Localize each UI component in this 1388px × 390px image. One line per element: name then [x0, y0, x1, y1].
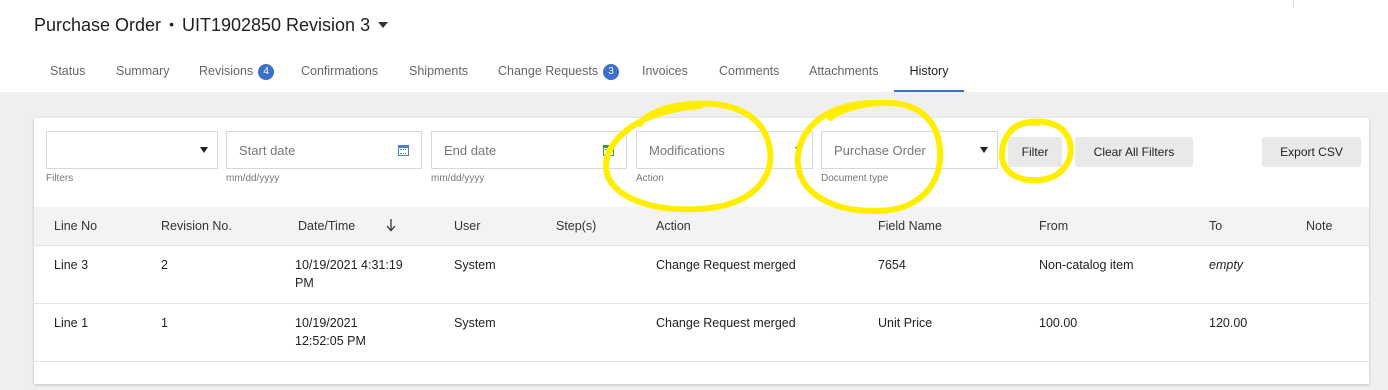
column-line-no[interactable]: Line No: [54, 219, 97, 233]
tab-bar: Status Summary Revisions 4 Confirmations …: [0, 52, 1388, 92]
cell-action: Change Request merged: [656, 316, 796, 330]
page-title: Purchase Order • UIT1902850 Revision 3: [34, 15, 389, 36]
chevron-down-icon: [980, 147, 988, 153]
tab-shipments[interactable]: Shipments: [409, 52, 468, 92]
filters-select[interactable]: [46, 131, 218, 169]
column-note[interactable]: Note: [1306, 219, 1332, 233]
end-date-input[interactable]: End date: [431, 131, 627, 169]
tab-revisions[interactable]: Revisions 4: [199, 52, 275, 92]
document-type-hint: Document type: [821, 173, 889, 184]
revisions-count-badge: 4: [258, 64, 275, 80]
tab-comments[interactable]: Comments: [719, 52, 779, 92]
cell-action: Change Request merged: [656, 258, 796, 272]
end-date-hint: mm/dd/yyyy: [431, 173, 485, 184]
calendar-icon[interactable]: [398, 145, 409, 156]
change-requests-count-badge: 3: [603, 64, 620, 80]
page-title-type: Purchase Order: [34, 15, 162, 35]
start-date-hint: mm/dd/yyyy: [226, 173, 280, 184]
tab-history[interactable]: History: [894, 52, 964, 92]
cell-to: 120.00: [1209, 316, 1248, 330]
history-card: Filters Start date mm/dd/yyyy End date m…: [34, 118, 1369, 384]
cell-field-name: 7654: [878, 258, 906, 272]
column-action[interactable]: Action: [656, 219, 691, 233]
table-row: Line 1 1 10/19/2021 12:52:05 PM System C…: [34, 304, 1369, 362]
filter-button[interactable]: Filter: [1008, 137, 1062, 167]
sort-descending-icon[interactable]: [385, 217, 397, 233]
header-divider: [1293, 0, 1294, 8]
cell-revision: 1: [161, 316, 168, 330]
tab-attachments[interactable]: Attachments: [809, 52, 878, 92]
tab-invoices[interactable]: Invoices: [642, 52, 688, 92]
page-header: Purchase Order • UIT1902850 Revision 3: [0, 0, 1388, 53]
tab-summary[interactable]: Summary: [116, 52, 169, 92]
column-steps[interactable]: Step(s): [556, 219, 596, 233]
column-user[interactable]: User: [454, 219, 480, 233]
clear-all-filters-button[interactable]: Clear All Filters: [1075, 137, 1193, 167]
tab-change-requests[interactable]: Change Requests 3: [498, 52, 620, 92]
cell-datetime-line2: PM: [295, 276, 314, 290]
cell-from: 100.00: [1039, 316, 1078, 330]
export-csv-button[interactable]: Export CSV: [1262, 137, 1361, 167]
chevron-down-icon: [795, 147, 803, 153]
cell-field-name: Unit Price: [878, 316, 933, 330]
cell-datetime-line2: 12:52:05 PM: [295, 334, 366, 348]
column-to[interactable]: To: [1209, 219, 1222, 233]
title-separator: •: [169, 16, 174, 32]
cell-to: empty: [1209, 258, 1244, 272]
revision-dropdown-icon[interactable]: [378, 22, 389, 28]
document-type-select[interactable]: Purchase Order: [821, 131, 998, 169]
tab-status[interactable]: Status: [50, 52, 85, 92]
chevron-down-icon: [200, 147, 208, 153]
action-select[interactable]: Modifications: [636, 131, 813, 169]
cell-datetime-line1: 10/19/2021: [295, 316, 358, 330]
table-row: Line 3 2 10/19/2021 4:31:19 PM System Ch…: [34, 246, 1369, 304]
cell-user: System: [454, 316, 496, 330]
column-field-name[interactable]: Field Name: [878, 219, 942, 233]
table-header: Line No Revision No. Date/Time User Step…: [34, 207, 1369, 246]
cell-revision: 2: [161, 258, 168, 272]
cell-line-no: Line 1: [54, 316, 89, 330]
page-title-document: UIT1902850 Revision 3: [181, 15, 371, 35]
cell-line-no: Line 3: [54, 258, 89, 272]
cell-datetime-line1: 10/19/2021 4:31:19: [295, 258, 403, 272]
column-from[interactable]: From: [1039, 219, 1068, 233]
action-hint: Action: [636, 173, 664, 184]
cell-user: System: [454, 258, 496, 272]
filters-hint: Filters: [46, 173, 74, 184]
cell-from: Non-catalog item: [1039, 258, 1134, 272]
column-revision-no[interactable]: Revision No.: [161, 219, 232, 233]
start-date-input[interactable]: Start date: [226, 131, 422, 169]
column-date-time[interactable]: Date/Time: [298, 219, 355, 233]
tab-confirmations[interactable]: Confirmations: [301, 52, 378, 92]
calendar-icon[interactable]: [603, 145, 614, 156]
